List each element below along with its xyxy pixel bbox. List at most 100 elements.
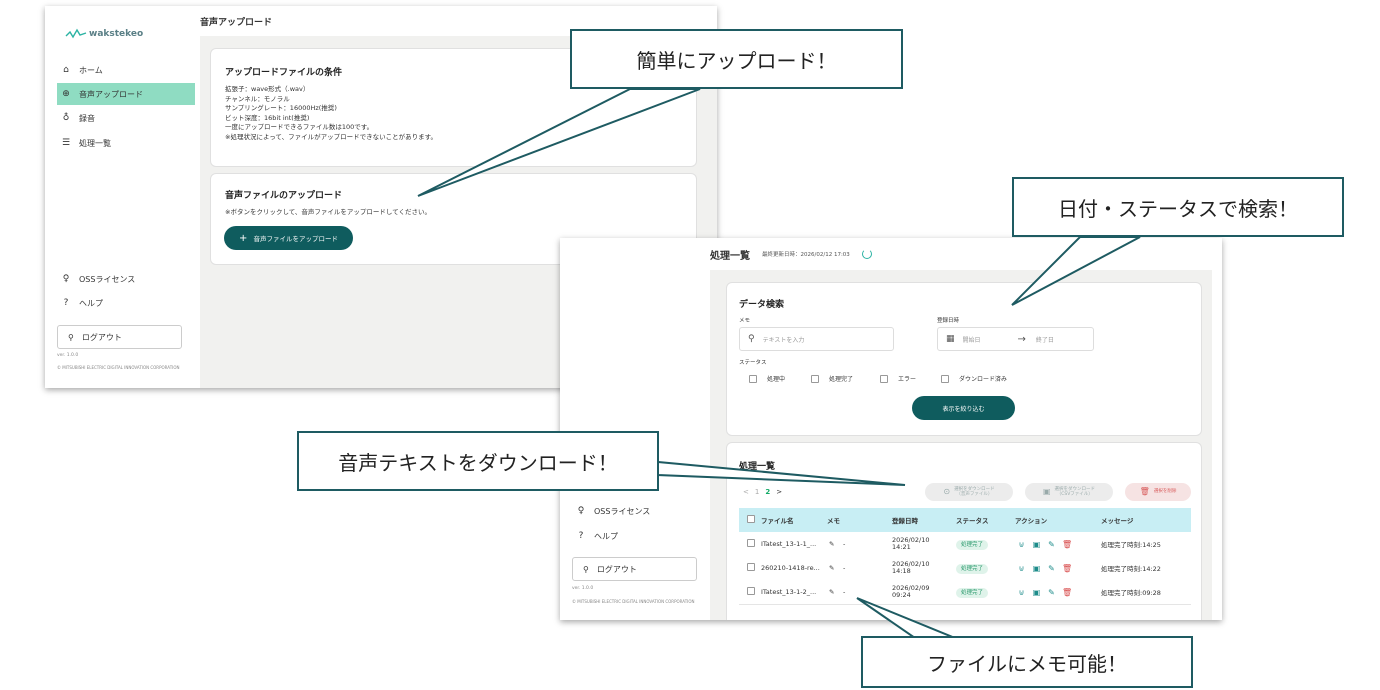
sidebar-item-upload[interactable]: ⊕ 音声アップロード bbox=[57, 83, 195, 105]
edit-icon[interactable]: ✎ bbox=[1047, 588, 1056, 597]
condition-line: ※処理状況によって、ファイルがアップロードできないことがあります。 bbox=[225, 132, 437, 141]
trash-icon[interactable]: 🗑 bbox=[1062, 540, 1072, 549]
pagination: < 1 2 > bbox=[743, 488, 782, 496]
pager-page-2[interactable]: 2 bbox=[765, 488, 770, 496]
calendar-icon: ▦ bbox=[946, 334, 955, 344]
checkbox[interactable] bbox=[811, 374, 819, 383]
edit-icon[interactable]: ✎ bbox=[1047, 540, 1056, 549]
col-file: ファイル名 bbox=[761, 517, 794, 525]
start-date-placeholder: 開始日 bbox=[962, 336, 981, 344]
help-icon: ? bbox=[578, 531, 584, 541]
download-audio-button[interactable]: ⊙ 選択をダウンロード （音声ファイル） bbox=[925, 483, 1013, 501]
sidebar-item-record[interactable]: ♁ 録音 bbox=[57, 107, 195, 129]
sidebar-item-home[interactable]: ⌂ ホーム bbox=[57, 59, 195, 81]
logo-text: wakstekeo bbox=[89, 29, 144, 39]
row-checkbox[interactable] bbox=[747, 539, 755, 547]
memo-placeholder: テキストを入力 bbox=[762, 336, 805, 344]
callout-memo: ファイルにメモ可能！ bbox=[861, 636, 1193, 688]
list-header: 処理一覧 最終更新日時：2026/02/12 17:03 bbox=[710, 238, 1212, 270]
logout-button[interactable]: ⚲ ログアウト bbox=[572, 557, 697, 581]
row-memo: - bbox=[843, 540, 846, 548]
sidebar-item-list[interactable]: ☰ 処理一覧 bbox=[57, 132, 195, 154]
conditions-list: 拡張子：wave形式（.wav） チャンネル：モノラル サンプリングレート：16… bbox=[225, 85, 437, 142]
memo-search-input[interactable]: ⚲ テキストを入力 bbox=[739, 327, 894, 351]
condition-line: 一度にアップロードできるファイル数は100です。 bbox=[225, 123, 374, 131]
row-date: 2026/02/10 14:21 bbox=[892, 536, 930, 551]
pager-next[interactable]: > bbox=[776, 488, 782, 496]
status-option-label: 処理中 bbox=[767, 376, 786, 383]
refresh-icon[interactable] bbox=[861, 249, 872, 259]
trash-icon[interactable]: 🗑 bbox=[1062, 564, 1072, 573]
home-icon: ⌂ bbox=[63, 65, 69, 75]
bulb-icon: ♀ bbox=[62, 274, 70, 284]
sidebar: wakstekeo ⌂ ホーム ⊕ 音声アップロード ♁ 録音 ☰ 処理一覧 ♀… bbox=[45, 6, 200, 388]
edit-icon[interactable]: ✎ bbox=[1047, 564, 1056, 573]
search-title: データ検索 bbox=[739, 300, 785, 310]
upload-icon: ⊕ bbox=[62, 89, 70, 99]
row-checkbox[interactable] bbox=[747, 587, 755, 595]
sidebar: ♀ OSSライセンス ? ヘルプ ⚲ ログアウト ver. 1.0.0 © MI… bbox=[560, 238, 710, 620]
table-row[interactable]: 260210-1418-re... ✎ - 2026/02/10 14:18 処理… bbox=[739, 556, 1191, 581]
sidebar-item-label: 音声アップロード bbox=[79, 89, 143, 99]
col-message: メッセージ bbox=[1101, 517, 1134, 525]
row-memo: - bbox=[843, 588, 846, 596]
row-file: 260210-1418-re... bbox=[761, 564, 820, 572]
upload-description: ※ボタンをクリックして、音声ファイルをアップロードしてください。 bbox=[225, 208, 432, 216]
table-row[interactable]: ITatest_13-1-2_... ✎ - 2026/02/09 09:24 処… bbox=[739, 580, 1191, 605]
download-csv-label: 選択をダウンロード （CSVファイル） bbox=[1054, 486, 1096, 498]
table-row[interactable]: ITatest_13-1-1_... ✎ - 2026/02/10 14:21 処… bbox=[739, 532, 1191, 557]
file-icon[interactable]: ▣ bbox=[1032, 564, 1041, 573]
status-badge: 処理完了 bbox=[956, 540, 989, 550]
file-icon[interactable]: ▣ bbox=[1032, 588, 1041, 597]
row-message: 処理完了時刻:14:22 bbox=[1101, 565, 1161, 573]
filter-button[interactable]: 表示を絞り込む bbox=[912, 396, 1015, 420]
download-icon[interactable]: ⊍ bbox=[1017, 564, 1026, 573]
delete-selected-button[interactable]: 🗑 選択を削除 bbox=[1125, 483, 1191, 501]
status-option-downloaded[interactable]: ダウンロード済み bbox=[941, 374, 1007, 383]
csv-icon: ▣ bbox=[1042, 487, 1051, 497]
download-icon[interactable]: ⊍ bbox=[1017, 588, 1026, 597]
download-icon[interactable]: ⊍ bbox=[1017, 540, 1026, 549]
sidebar-item-help[interactable]: ? ヘルプ bbox=[572, 525, 710, 547]
download-csv-button[interactable]: ▣ 選択をダウンロード （CSVファイル） bbox=[1025, 483, 1113, 501]
version-text: ver. 1.0.0 bbox=[572, 586, 594, 591]
condition-line: 拡張子：wave形式（.wav） bbox=[225, 85, 310, 93]
date-range-input[interactable]: ▦ 開始日 → 終了日 bbox=[937, 327, 1094, 351]
status-option-label: 処理完了 bbox=[829, 376, 854, 383]
conditions-title: アップロードファイルの条件 bbox=[225, 68, 343, 78]
copyright-text: © MITSUBISHI ELECTRIC DIGITAL INNOVATION… bbox=[57, 365, 180, 370]
files-table: ファイル名 メモ 登録日時 ステータス アクション メッセージ ITatest_… bbox=[739, 508, 1191, 608]
file-icon[interactable]: ▣ bbox=[1032, 540, 1041, 549]
memo-label: メモ bbox=[739, 318, 751, 324]
edit-memo-icon[interactable]: ✎ bbox=[829, 540, 834, 548]
checkbox[interactable] bbox=[941, 374, 949, 383]
checkbox[interactable] bbox=[880, 374, 888, 383]
pager-page-1[interactable]: 1 bbox=[755, 488, 759, 496]
sidebar-item-oss[interactable]: ♀ OSSライセンス bbox=[572, 500, 710, 522]
select-all-checkbox[interactable] bbox=[747, 515, 755, 523]
status-option-label: エラー bbox=[898, 376, 917, 383]
app-logo[interactable]: wakstekeo bbox=[65, 28, 143, 40]
sidebar-item-label: 処理一覧 bbox=[79, 138, 111, 148]
status-option-processing[interactable]: 処理中 bbox=[749, 374, 785, 383]
arrow-right-icon: → bbox=[1017, 333, 1026, 345]
pager-prev[interactable]: < bbox=[743, 488, 749, 496]
logout-button[interactable]: ⚲ ログアウト bbox=[57, 325, 182, 349]
upload-file-button[interactable]: + 音声ファイルをアップロード bbox=[224, 226, 353, 250]
edit-memo-icon[interactable]: ✎ bbox=[829, 564, 834, 572]
sidebar-item-label: OSSライセンス bbox=[594, 506, 651, 516]
edit-memo-icon[interactable]: ✎ bbox=[829, 588, 834, 596]
trash-icon[interactable]: 🗑 bbox=[1062, 588, 1072, 597]
col-status: ステータス bbox=[956, 517, 989, 525]
logo-wave-icon bbox=[65, 28, 87, 39]
status-option-error[interactable]: エラー bbox=[880, 374, 916, 383]
sidebar-item-help[interactable]: ? ヘルプ bbox=[57, 292, 195, 314]
checkbox[interactable] bbox=[749, 374, 757, 383]
date-label: 登録日時 bbox=[937, 318, 960, 324]
status-option-done[interactable]: 処理完了 bbox=[811, 374, 853, 383]
row-checkbox[interactable] bbox=[747, 563, 755, 571]
sidebar-item-oss[interactable]: ♀ OSSライセンス bbox=[57, 268, 195, 290]
sidebar-item-label: ホーム bbox=[79, 65, 103, 75]
col-date: 登録日時 bbox=[892, 517, 918, 525]
callout-easy-upload: 簡単にアップロード！ bbox=[570, 29, 903, 89]
